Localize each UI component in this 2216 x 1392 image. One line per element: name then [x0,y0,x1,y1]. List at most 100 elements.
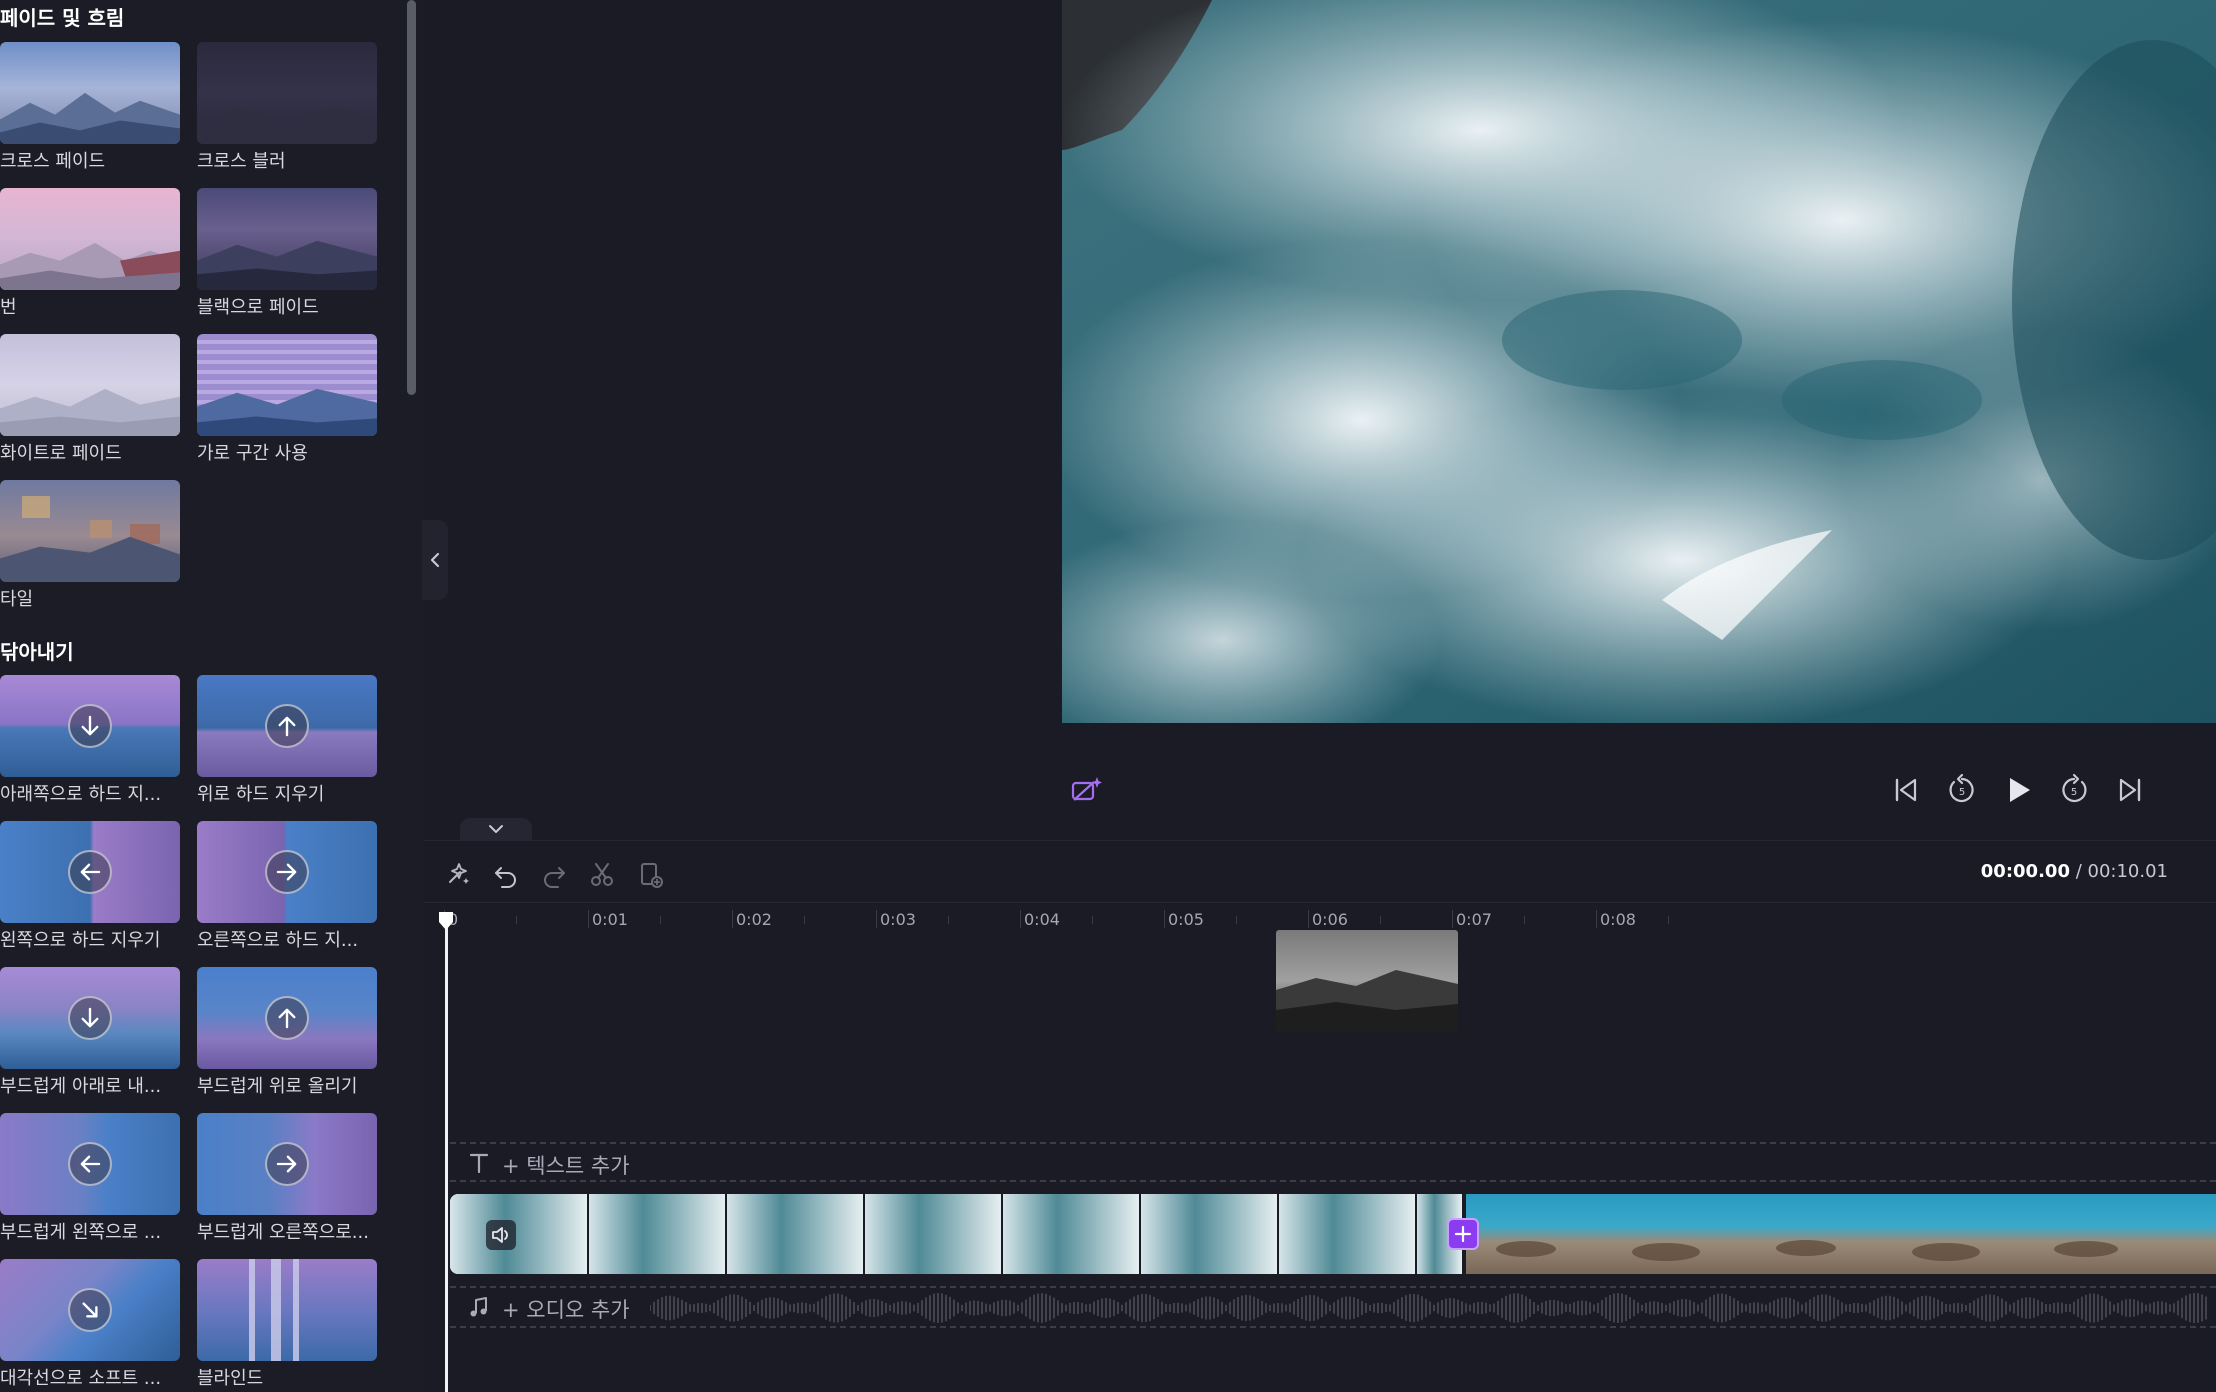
transition-label: 크로스 블러 [197,151,286,172]
ruler-tick-minor [804,916,805,924]
transition-horizontal-bands[interactable]: 가로 구간 사용 [197,334,377,465]
transition-thumbnail [197,967,377,1069]
transition-hard-wipe-up[interactable]: 위로 하드 지우기 [197,675,377,806]
ruler-label: 0:04 [1024,910,1060,929]
ai-magic-button[interactable] [1066,770,1106,810]
forward-5-button[interactable]: 5 [2054,770,2094,810]
ruler-tick [588,910,589,928]
collapse-panel-button[interactable] [422,520,448,600]
transition-label: 아래쪽으로 하드 지... [0,784,162,805]
redo-button[interactable] [536,856,572,892]
undo-icon [495,867,516,888]
transition-fade-to-white[interactable]: 화이트로 페이드 [0,334,180,465]
speaker-icon [492,1227,508,1243]
add-text-button[interactable]: + 텍스트 추가 [502,1150,630,1180]
arrow-up-icon [265,996,309,1040]
transition-tiles[interactable]: 타일 [0,480,180,611]
transition-label: 위로 하드 지우기 [197,784,325,805]
transition-label: 블라인드 [197,1368,264,1389]
transition-burn[interactable]: 번 [0,188,180,319]
transition-thumbnail [0,480,180,582]
ruler-label: 0:06 [1312,910,1348,929]
ruler-tick-minor [948,916,949,924]
ruler-tick [732,910,733,928]
play-button[interactable] [1998,770,2038,810]
arrow-right-icon [265,1142,309,1186]
chevron-down-icon [489,825,503,833]
playhead-line[interactable] [445,918,448,1392]
playhead-handle[interactable] [436,910,456,932]
forward-5-icon: 5 [2062,773,2087,803]
transition-soft-wipe-down[interactable]: 부드럽게 아래로 내... [0,967,180,1098]
arrow-down-icon [68,996,112,1040]
ruler-tick [1308,910,1309,928]
timeline-collapse-button[interactable] [460,818,532,840]
transition-thumbnail [197,675,377,777]
panel-scrollbar[interactable] [407,0,416,395]
ruler-tick [876,910,877,928]
add-audio-button[interactable]: + 오디오 추가 [502,1294,630,1324]
ruler-tick [1596,910,1597,928]
redo-icon [544,867,565,888]
video-preview[interactable] [1062,0,2216,723]
transition-thumbnail [197,42,377,144]
duplicate-button[interactable] [632,856,668,892]
chevron-left-icon [430,552,440,568]
video-track[interactable] [450,1194,2216,1274]
audio-waveform [650,1290,2210,1326]
transition-fade-to-black[interactable]: 블랙으로 페이드 [197,188,377,319]
section-title-wipe: 닦아내기 [0,640,74,664]
skip-to-end-button[interactable] [2110,770,2150,810]
transition-blinds[interactable]: 블라인드 [197,1259,377,1390]
transition-thumbnail [0,334,180,436]
transition-label: 부드럽게 오른쪽으로... [197,1222,369,1243]
arrow-down-icon [68,704,112,748]
text-track[interactable]: + 텍스트 추가 [450,1142,2216,1182]
rewind-5-button[interactable]: 5 [1942,770,1982,810]
transition-label: 가로 구간 사용 [197,443,308,464]
transition-thumbnail [0,675,180,777]
video-clip-waves[interactable] [450,1194,1462,1274]
skip-to-start-button[interactable] [1886,770,1926,810]
transitions-panel: 페이드 및 흐림 크로스 페이드 크로스 블러 번 블랙으로 페이드 화이트로 … [0,0,424,1392]
audio-track[interactable]: + 오디오 추가 [450,1286,2216,1328]
transition-hard-wipe-right[interactable]: 오른쪽으로 하드 지... [197,821,377,952]
arrow-up-icon [265,704,309,748]
ruler-tick-minor [1524,916,1525,924]
overlay-image-clip[interactable] [1276,930,1458,1032]
transition-label: 부드럽게 아래로 내... [0,1076,162,1097]
transition-thumbnail [0,188,180,290]
transition-hard-wipe-left[interactable]: 왼쪽으로 하드 지우기 [0,821,180,952]
ai-tools-button[interactable] [440,856,476,892]
transition-soft-wipe-up[interactable]: 부드럽게 위로 올리기 [197,967,377,1098]
transition-cross-blur[interactable]: 크로스 블러 [197,42,377,173]
ruler-tick-minor [1092,916,1093,924]
arrow-left-icon [68,1142,112,1186]
section-title-fade-blur: 페이드 및 흐림 [0,6,125,30]
transition-cross-fade[interactable]: 크로스 페이드 [0,42,180,173]
ruler-tick [1452,910,1453,928]
transition-thumbnail [197,821,377,923]
ruler-tick-minor [660,916,661,924]
transition-soft-wipe-left[interactable]: 부드럽게 왼쪽으로 ... [0,1113,180,1244]
transition-hard-wipe-down[interactable]: 아래쪽으로 하드 지... [0,675,180,806]
transition-label: 화이트로 페이드 [0,443,122,464]
split-button[interactable] [584,856,620,892]
transition-label: 오른쪽으로 하드 지... [197,930,359,951]
ruler-tick-minor [516,916,517,924]
ruler-tick [1164,910,1165,928]
ruler-label: 0:01 [592,910,628,929]
video-clip-reef[interactable] [1466,1194,2216,1274]
ruler-tick [1020,910,1021,928]
undo-button[interactable] [488,856,524,892]
clip-audio-button[interactable] [486,1220,516,1250]
ruler-label: 0:08 [1600,910,1636,929]
transition-soft-wipe-right[interactable]: 부드럽게 오른쪽으로... [197,1113,377,1244]
transition-diagonal-soft-wipe[interactable]: 대각선으로 소프트 ... [0,1259,180,1390]
transition-thumbnail [197,188,377,290]
add-transition-button[interactable] [1447,1218,1479,1250]
transition-thumbnail [197,334,377,436]
ruler-divider [424,902,2216,903]
ruler-label: 0:03 [880,910,916,929]
transition-thumbnail [0,821,180,923]
